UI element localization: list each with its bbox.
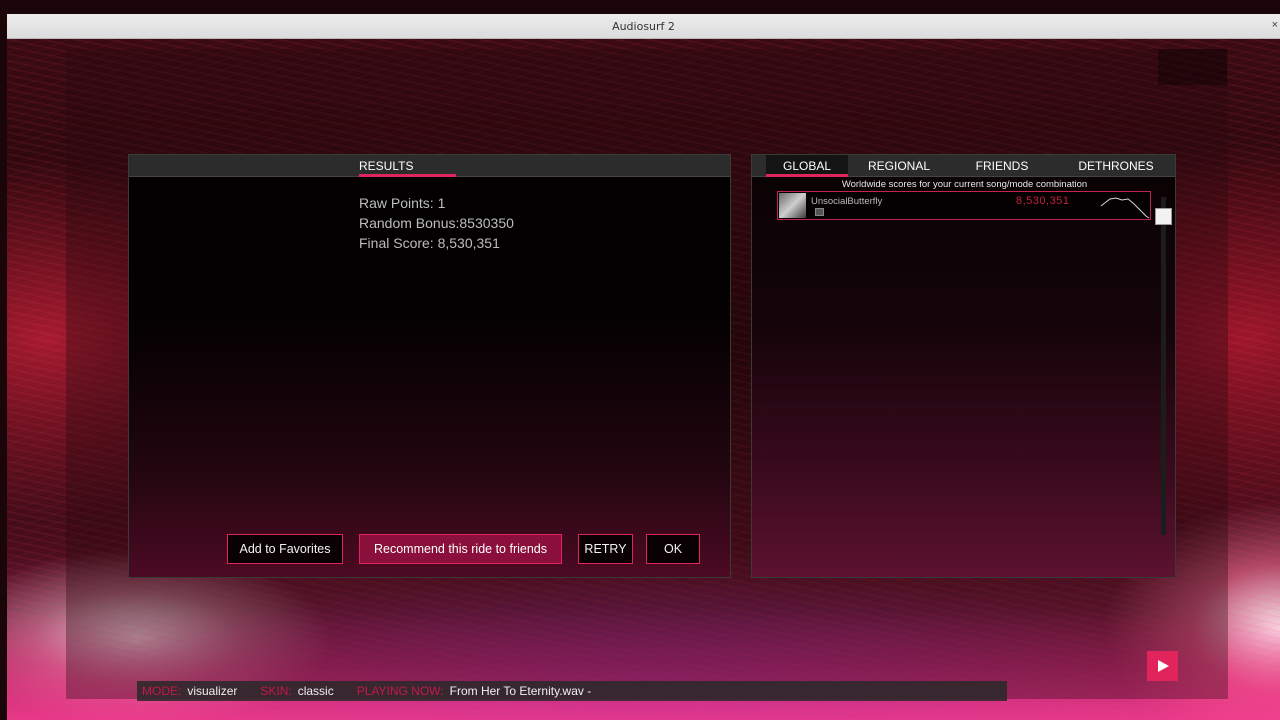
corner-overlay-box — [1158, 49, 1227, 85]
results-header: RESULTS — [129, 155, 730, 177]
mode-value: visualizer — [187, 684, 238, 698]
tab-dethrones[interactable]: DETHRONES — [1068, 155, 1164, 177]
skin-value: classic — [297, 684, 334, 698]
leaderboard-row[interactable]: UnsocialButterfly 8,530,351 — [777, 191, 1151, 220]
raw-points: Raw Points: 1 — [359, 195, 446, 211]
leaderboard-caption: Worldwide scores for your current song/m… — [841, 179, 1088, 190]
player-score: 8,530,351 — [1016, 195, 1070, 207]
tab-global[interactable]: GLOBAL — [766, 155, 848, 177]
scrollbar-thumb[interactable] — [1155, 208, 1172, 225]
close-icon[interactable]: × — [1272, 19, 1278, 31]
final-score: Final Score: 8,530,351 — [359, 235, 500, 251]
leaderboard-panel: GLOBAL REGIONAL FRIENDS DETHRONES Worldw… — [751, 154, 1176, 578]
window-titlebar: Audiosurf 2 × — [7, 14, 1280, 39]
scrollbar-track[interactable] — [1161, 197, 1166, 535]
tab-regional[interactable]: REGIONAL — [859, 155, 939, 177]
flag-icon — [815, 208, 824, 216]
tab-friends[interactable]: FRIENDS — [964, 155, 1040, 177]
results-panel: RESULTS Raw Points: 1 Random Bonus:85303… — [128, 154, 731, 578]
add-to-favorites-button[interactable]: Add to Favorites — [227, 534, 343, 564]
playing-now-value: From Her To Eternity.wav - — [449, 684, 592, 698]
play-button[interactable] — [1147, 651, 1178, 681]
ride-graph-icon — [1100, 197, 1150, 219]
playing-now-key: PLAYING NOW: — [356, 684, 444, 698]
recommend-ride-button[interactable]: Recommend this ride to friends — [359, 534, 562, 564]
window-title: Audiosurf 2 — [612, 19, 675, 33]
status-bar: MODE: visualizer SKIN: classic PLAYING N… — [137, 681, 1007, 701]
leaderboard-tabs: GLOBAL REGIONAL FRIENDS DETHRONES — [752, 155, 1175, 177]
ok-button[interactable]: OK — [646, 534, 700, 564]
avatar — [779, 193, 806, 218]
results-stats: Raw Points: 1 Random Bonus:8530350 Final… — [359, 193, 514, 253]
skin-key: SKIN: — [260, 684, 292, 698]
random-bonus: Random Bonus:8530350 — [359, 215, 514, 231]
mode-key: MODE: — [142, 684, 182, 698]
play-icon — [1157, 660, 1169, 672]
tab-results[interactable]: RESULTS — [359, 155, 456, 177]
retry-button[interactable]: RETRY — [578, 534, 633, 564]
player-name: UnsocialButterfly — [811, 196, 883, 207]
